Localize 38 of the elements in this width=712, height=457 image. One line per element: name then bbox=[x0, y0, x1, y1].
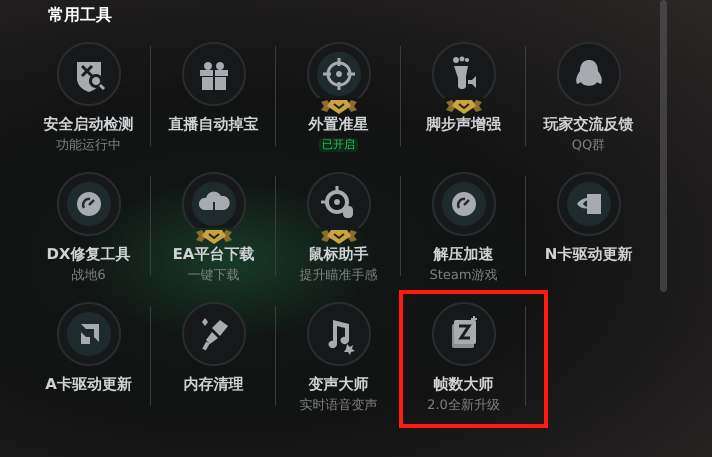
tool-subtitle: 战地6 bbox=[71, 267, 106, 284]
tool-label[interactable]: 脚步声增强 bbox=[426, 115, 501, 133]
tool-subtitle: QQ群 bbox=[572, 137, 606, 154]
music-note-icon[interactable] bbox=[306, 302, 370, 366]
penguin-icon[interactable] bbox=[556, 42, 620, 106]
section-title: 常用工具 bbox=[48, 5, 112, 24]
scrollbar[interactable] bbox=[660, 0, 667, 292]
tool-label[interactable]: 外置准星 bbox=[308, 115, 368, 133]
eye-logo-icon[interactable] bbox=[556, 172, 620, 236]
tool-label[interactable]: 内存清理 bbox=[184, 375, 244, 393]
z-card-icon[interactable] bbox=[432, 302, 496, 366]
tool-label[interactable]: 解压加速 bbox=[434, 245, 494, 263]
gift-icon[interactable] bbox=[182, 42, 246, 106]
tool-label[interactable]: EA平台下载 bbox=[172, 245, 254, 263]
tool-subtitle: 2.0全新升级 bbox=[427, 397, 500, 414]
shield-search-icon[interactable] bbox=[56, 42, 120, 106]
tool-label[interactable]: A卡驱动更新 bbox=[45, 375, 132, 393]
tool-subtitle: 实时语音变声 bbox=[300, 397, 378, 414]
tool-subtitle: 一键下载 bbox=[188, 267, 240, 284]
tool-label[interactable]: 安全启动检测 bbox=[44, 115, 134, 133]
status-badge: 已开启 bbox=[319, 138, 358, 152]
crosshair-icon[interactable] bbox=[306, 172, 370, 228]
arrow-logo-icon[interactable] bbox=[56, 302, 120, 366]
tool-subtitle: 提升瞄准手感 bbox=[300, 267, 378, 284]
tool-label[interactable]: 变声大师 bbox=[308, 375, 368, 393]
brush-icon[interactable] bbox=[182, 302, 246, 366]
tool-label[interactable]: 帧数大师 bbox=[434, 375, 494, 393]
gauge-icon[interactable] bbox=[56, 172, 120, 236]
tool-label[interactable]: 直播自动掉宝 bbox=[168, 115, 258, 133]
gauge-icon[interactable] bbox=[432, 172, 496, 236]
tool-label[interactable]: 玩家交流反馈 bbox=[544, 115, 634, 133]
crosshair-icon[interactable] bbox=[306, 42, 370, 98]
tool-label[interactable]: 鼠标助手 bbox=[308, 245, 368, 263]
tool-subtitle: Steam游戏 bbox=[430, 267, 498, 284]
cloud-download-icon[interactable] bbox=[182, 172, 246, 228]
tool-subtitle: 功能运行中 bbox=[56, 137, 121, 154]
tool-label[interactable]: N卡驱动更新 bbox=[544, 245, 632, 263]
tool-label[interactable]: DX修复工具 bbox=[46, 245, 131, 263]
